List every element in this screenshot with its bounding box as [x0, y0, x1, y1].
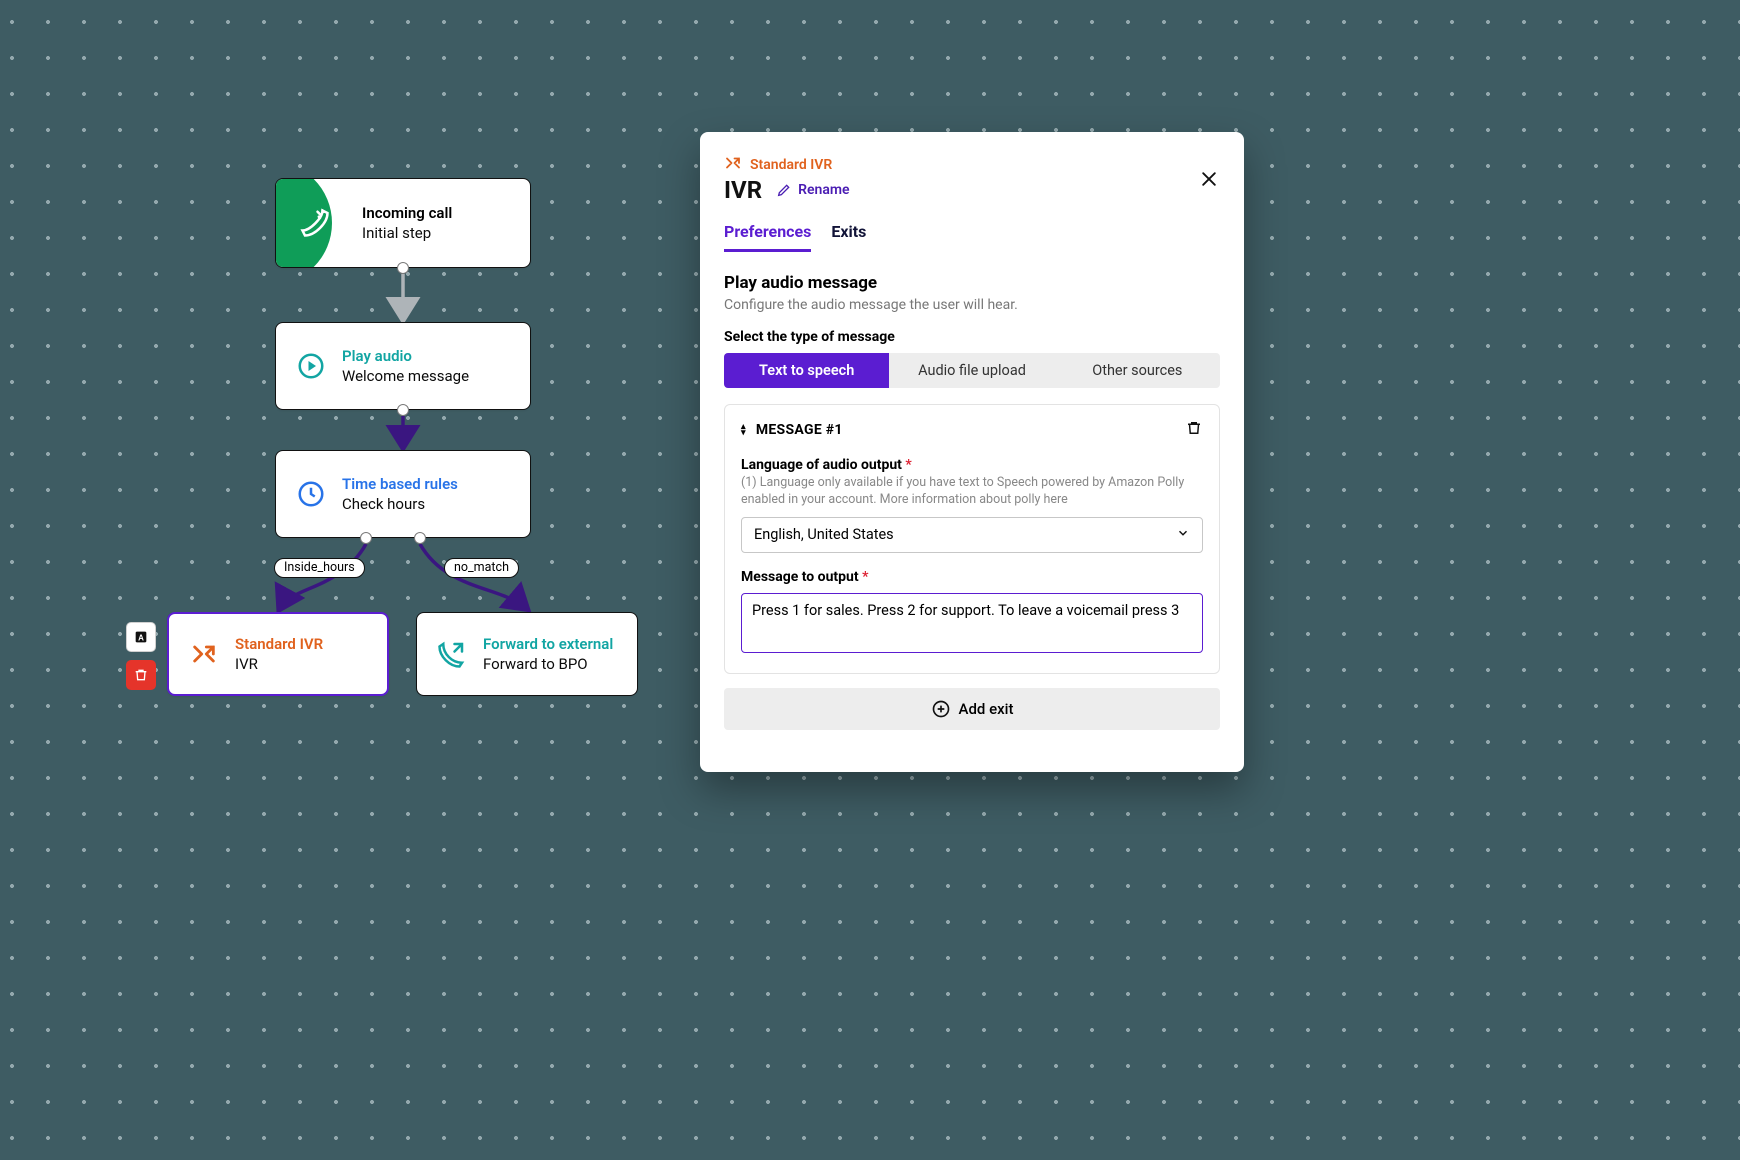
port[interactable]	[397, 262, 409, 274]
node-time-rules[interactable]: Time based rules Check hours	[275, 450, 531, 538]
flow-canvas[interactable]: Incoming call Initial step Play audio We…	[0, 0, 696, 1160]
branch-icon	[187, 637, 221, 671]
edge-label-no-match: no_match	[444, 558, 519, 578]
tab-exits[interactable]: Exits	[831, 222, 866, 252]
rename-button[interactable]: Rename	[776, 182, 849, 198]
node-forward-external[interactable]: Forward to external Forward to BPO	[416, 612, 638, 696]
node-name: Check hours	[342, 495, 458, 513]
branch-icon	[724, 154, 742, 176]
delete-message-button[interactable]	[1185, 419, 1203, 441]
type-of-message-label: Select the type of message	[724, 329, 1220, 345]
opt-text-to-speech[interactable]: Text to speech	[724, 353, 889, 388]
node-type: Forward to external	[483, 635, 613, 653]
language-label: Language of audio output *	[741, 457, 1203, 473]
node-name: Forward to BPO	[483, 655, 613, 673]
port[interactable]	[360, 532, 372, 544]
delete-node-button[interactable]	[126, 660, 156, 690]
node-type: Time based rules	[342, 475, 458, 493]
opt-other-sources[interactable]: Other sources	[1055, 353, 1220, 388]
node-name: Welcome message	[342, 367, 469, 385]
message-type-segmented: Text to speech Audio file upload Other s…	[724, 353, 1220, 388]
chevron-down-icon	[1176, 526, 1190, 544]
close-icon[interactable]	[1198, 168, 1220, 190]
view-anchor-button[interactable]: A	[126, 622, 156, 652]
node-name: IVR	[235, 655, 323, 673]
add-exit-button[interactable]: Add exit	[724, 688, 1220, 730]
svg-text:A: A	[138, 633, 144, 642]
clock-icon	[294, 477, 328, 511]
node-config-panel: Standard IVR IVR Rename Preferences Exit…	[700, 132, 1244, 772]
output-label: Message to output *	[741, 569, 1203, 585]
node-play-audio[interactable]: Play audio Welcome message	[275, 322, 531, 410]
edges-layer	[0, 0, 696, 1160]
message-header: MESSAGE #1	[756, 422, 843, 438]
section-heading: Play audio message	[724, 273, 1220, 293]
node-type: Incoming call	[362, 204, 452, 222]
node-name: Initial step	[362, 224, 452, 242]
node-type: Standard IVR	[235, 635, 323, 653]
edge-label-inside-hours: Inside_hours	[274, 558, 365, 578]
collapse-icon[interactable]: ▴▾	[741, 424, 746, 436]
node-type: Play audio	[342, 347, 469, 365]
opt-audio-file-upload[interactable]: Audio file upload	[889, 353, 1054, 388]
port[interactable]	[414, 532, 426, 544]
node-standard-ivr[interactable]: Standard IVR IVR	[167, 612, 389, 696]
node-incoming-call[interactable]: Incoming call Initial step	[275, 178, 531, 268]
section-sub: Configure the audio message the user wil…	[724, 297, 1220, 313]
language-hint: (1) Language only available if you have …	[741, 475, 1203, 509]
play-icon	[294, 349, 328, 383]
port[interactable]	[397, 404, 409, 416]
tab-preferences[interactable]: Preferences	[724, 222, 811, 252]
message-output-textarea[interactable]	[741, 593, 1203, 653]
language-select[interactable]: English, United States	[741, 517, 1203, 553]
incoming-call-icon	[276, 179, 354, 267]
forward-call-icon	[435, 637, 469, 671]
panel-breadcrumb: Standard IVR	[750, 157, 832, 173]
message-card: ▴▾ MESSAGE #1 Language of audio output *…	[724, 404, 1220, 674]
panel-title: IVR	[724, 176, 762, 204]
